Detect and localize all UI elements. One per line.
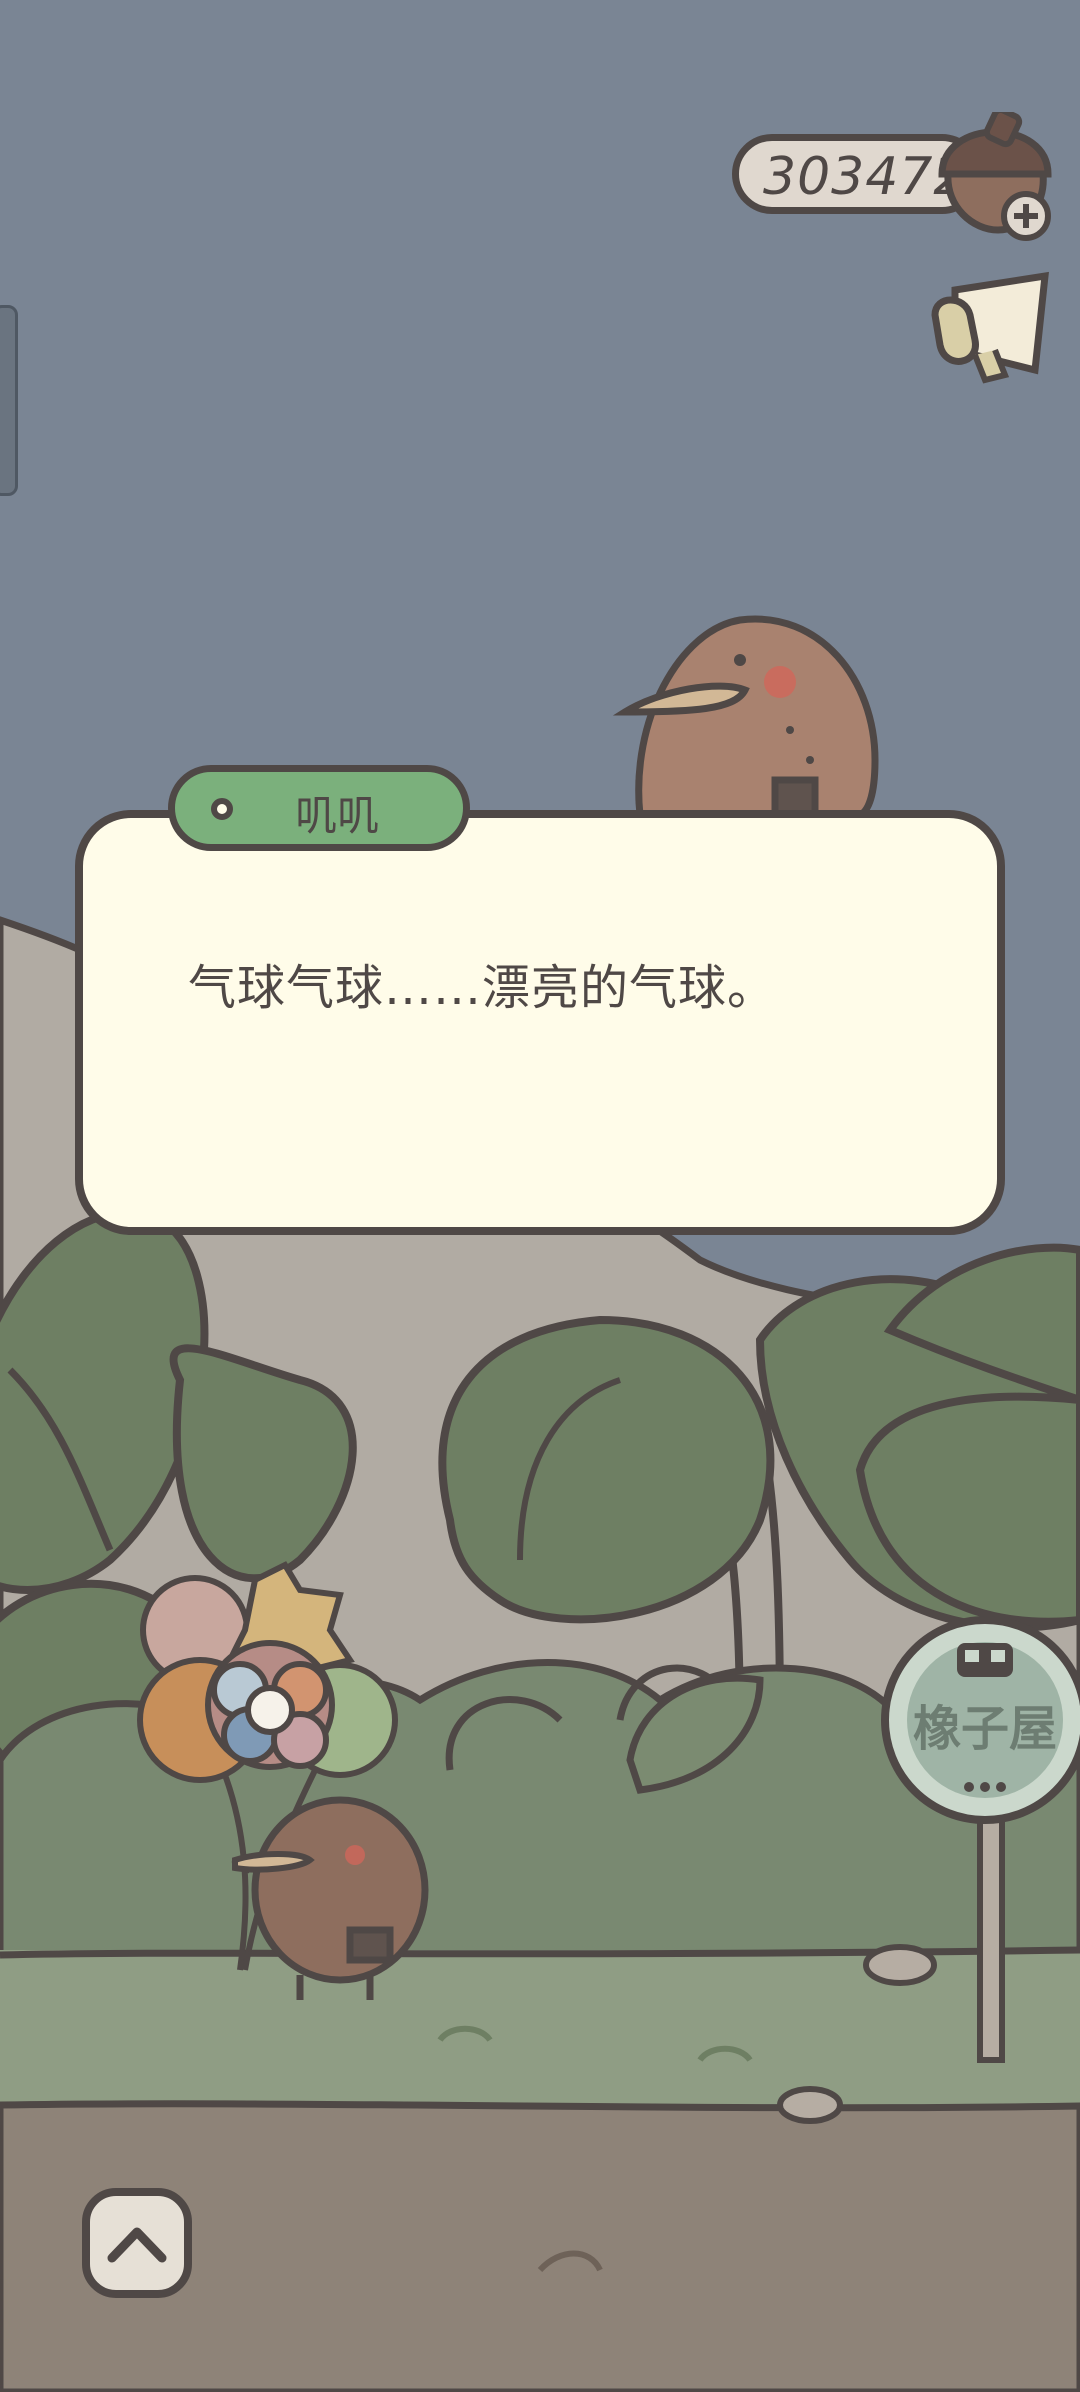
dialog-box[interactable]: 气球气球……漂亮的气球。: [75, 810, 1005, 1235]
speaker-name-tag: 叽叽: [168, 765, 470, 851]
megaphone-icon[interactable]: [925, 270, 1055, 390]
dialog-text: 气球气球……漂亮的气球。: [188, 960, 777, 1016]
plus-icon[interactable]: [1000, 190, 1052, 242]
bus-stop-label: 橡子屋: [913, 1701, 1057, 1757]
side-panel-handle[interactable]: [0, 305, 18, 496]
expand-menu-button[interactable]: [82, 2188, 192, 2298]
bus-icon: [957, 1643, 1013, 1677]
name-tag-dot-icon: [211, 798, 233, 820]
chevron-up-icon: [107, 2227, 167, 2263]
speaker-name: 叽叽: [295, 791, 380, 840]
acorn-counter[interactable]: 303472: [732, 112, 1062, 241]
